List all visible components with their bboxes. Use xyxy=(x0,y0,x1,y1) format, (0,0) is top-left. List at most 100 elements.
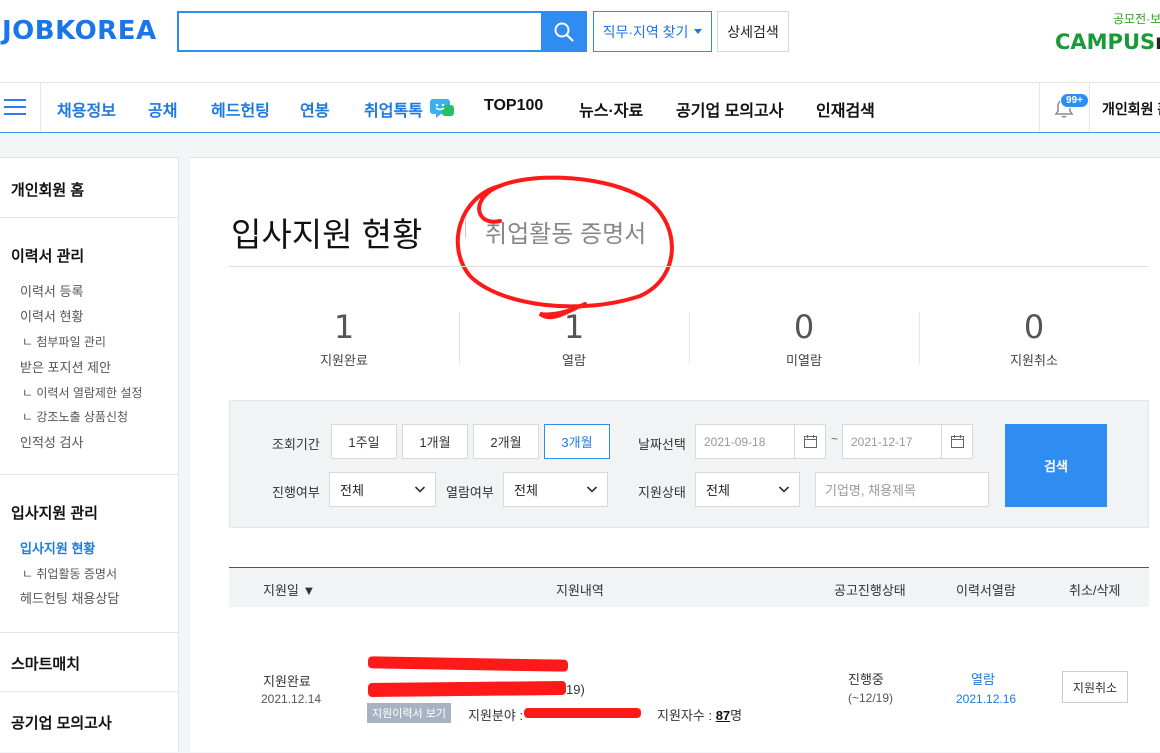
keyword-input[interactable]: 기업명, 채용제목 xyxy=(815,472,989,507)
sidebar-item-highlight-product[interactable]: ㄴ 강조노출 상품신청 xyxy=(22,408,128,425)
nav-salary[interactable]: 연봉 xyxy=(300,97,329,121)
main-nav: 채용정보 공채 헤드헌팅 연봉 취업톡톡 TOP100 뉴스·자료 공기업 모의… xyxy=(0,82,1160,133)
th-apply-details: 지원내역 xyxy=(556,583,604,598)
nav-job-talk-label: 취업톡톡 xyxy=(364,103,423,120)
period-3month-button[interactable]: 3개월 xyxy=(544,424,610,459)
period-1month-button[interactable]: 1개월 xyxy=(402,424,468,459)
calendar-icon[interactable] xyxy=(794,425,825,458)
row-resume-read[interactable]: 열람 xyxy=(971,669,995,688)
redaction-mark xyxy=(367,656,569,672)
sidebar-section-apply: 입사지원 관리 입사지원 현황 ㄴ 취업활동 증명서 헤드헌팅 채용상담 xyxy=(0,475,179,633)
promo-contest-text[interactable]: 공모전·보 xyxy=(1113,10,1160,27)
search-input[interactable] xyxy=(177,11,543,52)
stat-unread[interactable]: 0 미열람 xyxy=(689,308,919,369)
nav-top100[interactable]: TOP100 xyxy=(484,97,543,115)
read-select[interactable]: 전체 xyxy=(503,472,608,507)
stat-unread-label: 미열람 xyxy=(786,353,822,368)
sidebar-smart-match[interactable]: 스마트매치 xyxy=(11,653,80,674)
period-1week-button[interactable]: 1주일 xyxy=(331,424,397,459)
search-button[interactable] xyxy=(541,11,587,52)
nav-job-info[interactable]: 채용정보 xyxy=(57,97,116,121)
sidebar-public-mock[interactable]: 공기업 모의고사 xyxy=(11,712,112,733)
progress-select-value: 전체 xyxy=(340,483,364,498)
sidebar-section-resume: 이력서 관리 이력서 등록 이력서 현황 ㄴ 첨부파일 관리 받은 포지션 제안… xyxy=(0,218,179,475)
main-content: 입사지원 현황 취업활동 증명서 1 지원완료 1 열람 0 미열람 0 지원취… xyxy=(190,157,1160,752)
sidebar-item-headhunting-consult[interactable]: 헤드헌팅 채용상담 xyxy=(20,588,119,607)
sidebar-member-home[interactable]: 개인회원 홈 xyxy=(11,179,84,200)
sidebar-item-resume-status[interactable]: 이력서 현황 xyxy=(20,306,83,325)
status-filter-label: 지원상태 xyxy=(638,485,686,500)
nav-job-talk[interactable]: 취업톡톡 xyxy=(364,97,455,121)
member-home-link[interactable]: 개인회원 홈 xyxy=(1102,99,1160,119)
stat-cancelled-label: 지원취소 xyxy=(1010,353,1058,368)
stat-cancelled[interactable]: 0 지원취소 xyxy=(919,308,1149,369)
th-apply-date[interactable]: 지원일 ▼ xyxy=(263,580,315,599)
progress-filter-label: 진행여부 xyxy=(272,485,320,500)
row-field-label: 지원분야 : xyxy=(468,708,524,723)
applicant-count-label: 지원자수 : xyxy=(657,708,713,723)
th-cancel-delete: 취소/삭제 xyxy=(1069,583,1121,598)
top-header: JOBKOREA 직무·지역 찾기 상세검색 공모전·보 CAMPUSm xyxy=(0,0,1160,82)
applicant-count-unit: 명 xyxy=(730,708,743,723)
search-icon xyxy=(554,22,574,42)
date-to-field[interactable]: 2021-12-17 xyxy=(842,424,973,459)
status-select[interactable]: 전체 xyxy=(695,472,800,507)
date-range-tilde: ~ xyxy=(831,432,839,446)
promo-logo-main: CAMPUS xyxy=(1055,30,1156,54)
sidebar-resume-title[interactable]: 이력서 관리 xyxy=(11,245,84,266)
campus-promo-logo[interactable]: CAMPUSm xyxy=(1055,30,1160,54)
stat-read[interactable]: 1 열람 xyxy=(459,308,689,369)
th-posting-status: 공고진행상태 xyxy=(834,583,906,598)
sidebar-item-attachments[interactable]: ㄴ 첨부파일 관리 xyxy=(22,333,106,350)
read-select-value: 전체 xyxy=(514,483,538,498)
menu-icon[interactable] xyxy=(4,99,26,117)
sidebar-item-apply-status[interactable]: 입사지원 현황 xyxy=(20,538,95,557)
row-applicant-count: 지원자수 : 87명 xyxy=(657,705,742,724)
date-from-value: 2021-09-18 xyxy=(704,434,766,449)
chevron-down-icon xyxy=(586,486,598,493)
sidebar-apply-title[interactable]: 입사지원 관리 xyxy=(11,502,98,523)
status-select-value: 전체 xyxy=(706,483,730,498)
sidebar: 개인회원 홈 이력서 관리 이력서 등록 이력서 현황 ㄴ 첨부파일 관리 받은… xyxy=(0,157,179,752)
nav-open-recruit[interactable]: 공채 xyxy=(148,97,177,121)
row-apply-date: 2021.12.14 xyxy=(261,692,322,706)
caret-down-icon xyxy=(694,29,703,34)
sidebar-item-job-activity-cert[interactable]: ㄴ 취업활동 증명서 xyxy=(22,565,117,582)
keyword-placeholder: 기업명, 채용제목 xyxy=(825,483,916,498)
job-activity-cert-link[interactable]: 취업활동 증명서 xyxy=(485,214,646,249)
period-2month-button[interactable]: 2개월 xyxy=(473,424,539,459)
view-applied-resume-button[interactable]: 지원이력서 보기 xyxy=(367,703,451,723)
nav-news[interactable]: 뉴스·자료 xyxy=(579,97,643,121)
nav-public-mock-test[interactable]: 공기업 모의고사 xyxy=(676,97,784,121)
jobkorea-logo[interactable]: JOBKOREA xyxy=(2,16,157,46)
row-apply-status: 지원완료 xyxy=(263,674,311,689)
sidebar-item-resume-register[interactable]: 이력서 등록 xyxy=(20,281,83,300)
sidebar-item-position-offers[interactable]: 받은 포지션 제안 xyxy=(20,357,111,376)
redaction-mark xyxy=(524,708,641,718)
nav-headhunting[interactable]: 헤드헌팅 xyxy=(211,97,270,121)
nav-divider xyxy=(1039,83,1040,132)
date-to-value: 2021-12-17 xyxy=(851,434,913,449)
row-posting-progress: 진행중 xyxy=(848,672,884,687)
calendar-icon[interactable] xyxy=(941,425,972,458)
job-region-find-button[interactable]: 직무·지역 찾기 xyxy=(593,11,712,52)
detail-search-button[interactable]: 상세검색 xyxy=(717,11,789,52)
sidebar-item-view-restriction[interactable]: ㄴ 이력서 열람제한 설정 xyxy=(22,384,142,401)
date-from-field[interactable]: 2021-09-18 xyxy=(695,424,826,459)
page-title: 입사지원 현황 xyxy=(231,216,423,253)
row-posting-deadline: (~12/19) xyxy=(848,691,894,705)
applicant-count-value[interactable]: 87 xyxy=(716,708,730,723)
sidebar-item-aptitude-test[interactable]: 인적성 검사 xyxy=(20,432,83,451)
cancel-application-button[interactable]: 지원취소 xyxy=(1062,671,1128,703)
nav-talent-search[interactable]: 인재검색 xyxy=(816,97,875,121)
nav-divider xyxy=(1089,83,1090,132)
filter-search-button[interactable]: 검색 xyxy=(1005,424,1107,507)
stat-applied[interactable]: 1 지원완료 xyxy=(229,308,459,369)
progress-select[interactable]: 전체 xyxy=(329,472,436,507)
notification-badge: 99+ xyxy=(1060,93,1089,108)
title-divider xyxy=(465,218,466,238)
stat-applied-label: 지원완료 xyxy=(320,353,368,368)
period-label: 조회기간 xyxy=(272,437,320,452)
search-filter-box: 조회기간 1주일 1개월 2개월 3개월 날짜선택 2021-09-18 ~ 2… xyxy=(229,400,1149,528)
chevron-down-icon xyxy=(778,486,790,493)
